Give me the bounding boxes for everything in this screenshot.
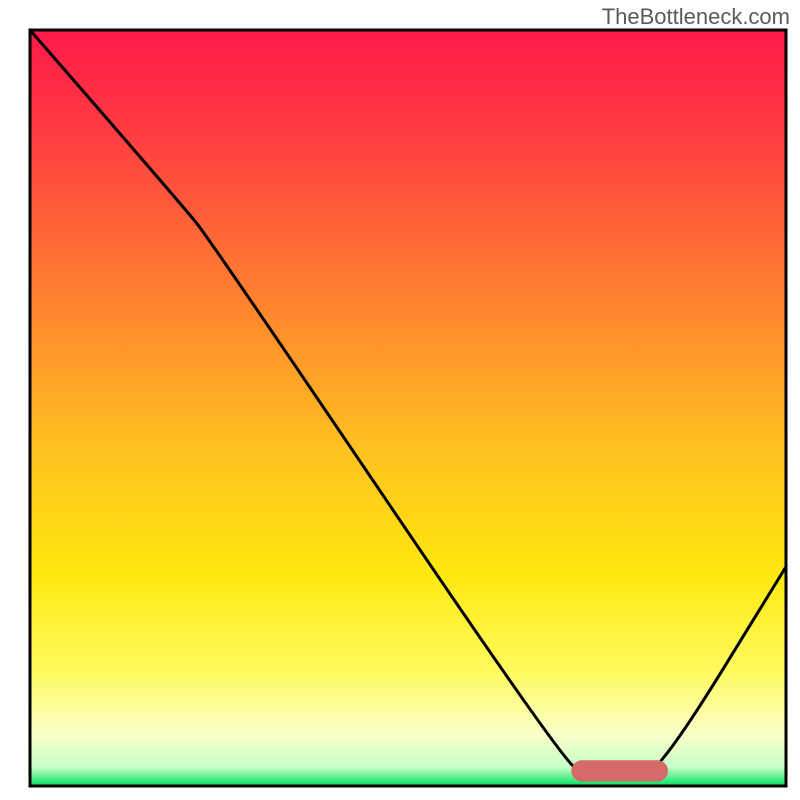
gradient-background	[30, 30, 786, 786]
chart-svg	[0, 0, 800, 800]
watermark-text: TheBottleneck.com	[602, 4, 790, 30]
bottleneck-chart: TheBottleneck.com	[0, 0, 800, 800]
